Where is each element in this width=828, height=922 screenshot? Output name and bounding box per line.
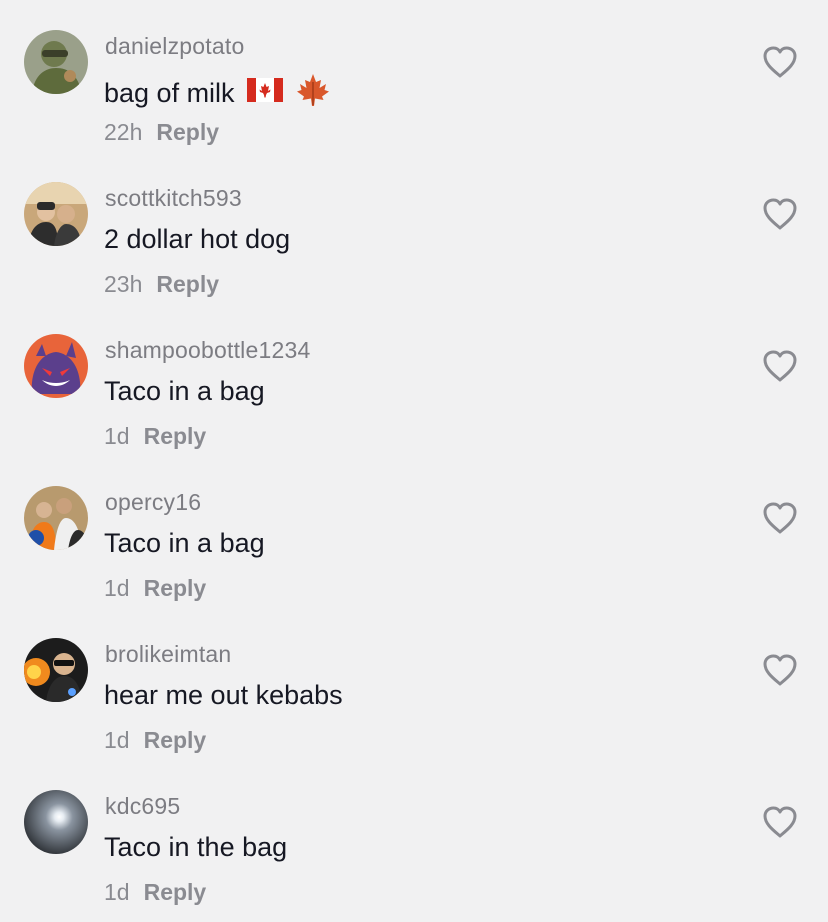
comment-username[interactable]: shampoobottle1234 bbox=[105, 337, 310, 364]
user-avatar[interactable] bbox=[24, 334, 88, 398]
user-avatar[interactable] bbox=[24, 638, 88, 702]
comment-username[interactable]: opercy16 bbox=[105, 489, 201, 516]
avatar-image bbox=[24, 486, 88, 550]
comment-time: 1d bbox=[104, 423, 130, 449]
comment-username[interactable]: scottkitch593 bbox=[105, 185, 242, 212]
comment-time: 1d bbox=[104, 879, 130, 905]
comment-item: opercy16 Taco in a bag 1d Reply bbox=[0, 456, 828, 608]
comment-text: hear me out kebabs bbox=[104, 680, 343, 710]
reply-button[interactable]: Reply bbox=[156, 119, 219, 145]
reply-button[interactable]: Reply bbox=[144, 423, 207, 449]
user-avatar[interactable] bbox=[24, 30, 88, 94]
comment-meta: 1d Reply bbox=[104, 727, 206, 754]
comment-item: shampoobottle1234 Taco in a bag 1d Reply bbox=[0, 304, 828, 456]
comment-time: 23h bbox=[104, 271, 143, 297]
comment-text: Taco in a bag bbox=[104, 528, 265, 558]
avatar-image bbox=[24, 182, 88, 246]
reply-button[interactable]: Reply bbox=[144, 575, 207, 601]
like-heart-icon[interactable] bbox=[761, 500, 799, 536]
reply-button[interactable]: Reply bbox=[144, 727, 207, 753]
like-heart-icon[interactable] bbox=[761, 652, 799, 688]
comment-text: bag of milk bbox=[104, 78, 235, 108]
comment-text: Taco in the bag bbox=[104, 832, 288, 862]
avatar-image bbox=[24, 334, 88, 398]
comment-item: danielzpotato bag of milk 22h Reply bbox=[0, 0, 828, 152]
comment-text-row: Taco in a bag bbox=[104, 376, 265, 407]
like-heart-icon[interactable] bbox=[761, 348, 799, 384]
avatar-image bbox=[24, 790, 88, 854]
user-avatar[interactable] bbox=[24, 182, 88, 246]
comment-meta: 1d Reply bbox=[104, 423, 206, 450]
avatar-image bbox=[24, 30, 88, 94]
like-heart-icon[interactable] bbox=[761, 196, 799, 232]
comment-username[interactable]: kdc695 bbox=[105, 793, 180, 820]
reply-button[interactable]: Reply bbox=[144, 879, 207, 905]
user-avatar[interactable] bbox=[24, 790, 88, 854]
comment-time: 1d bbox=[104, 575, 130, 601]
comment-text-row: Taco in a bag bbox=[104, 528, 265, 559]
comment-time: 1d bbox=[104, 727, 130, 753]
comment-text-row: bag of milk bbox=[104, 72, 331, 115]
like-heart-icon[interactable] bbox=[761, 44, 799, 80]
avatar-image bbox=[24, 638, 88, 702]
comment-item: scottkitch593 2 dollar hot dog 23h Reply bbox=[0, 152, 828, 304]
comment-text-row: Taco in the bag bbox=[104, 832, 287, 863]
comment-meta: 22h Reply bbox=[104, 119, 219, 146]
comment-meta: 1d Reply bbox=[104, 575, 206, 602]
comment-username[interactable]: danielzpotato bbox=[105, 33, 244, 60]
comment-time: 22h bbox=[104, 119, 143, 145]
comment-username[interactable]: brolikeimtan bbox=[105, 641, 231, 668]
comment-text: Taco in a bag bbox=[104, 376, 265, 406]
comment-text-row: hear me out kebabs bbox=[104, 680, 343, 711]
user-avatar[interactable] bbox=[24, 486, 88, 550]
comment-text: 2 dollar hot dog bbox=[104, 224, 291, 254]
comment-item: kdc695 Taco in the bag 1d Reply bbox=[0, 760, 828, 912]
maple-leaf-icon bbox=[295, 72, 331, 115]
comment-item: brolikeimtan hear me out kebabs 1d Reply bbox=[0, 608, 828, 760]
comment-meta: 1d Reply bbox=[104, 879, 206, 906]
like-heart-icon[interactable] bbox=[761, 804, 799, 840]
canada-flag-icon bbox=[246, 78, 283, 109]
comment-text-row: 2 dollar hot dog bbox=[104, 224, 290, 255]
comment-meta: 23h Reply bbox=[104, 271, 219, 298]
reply-button[interactable]: Reply bbox=[156, 271, 219, 297]
